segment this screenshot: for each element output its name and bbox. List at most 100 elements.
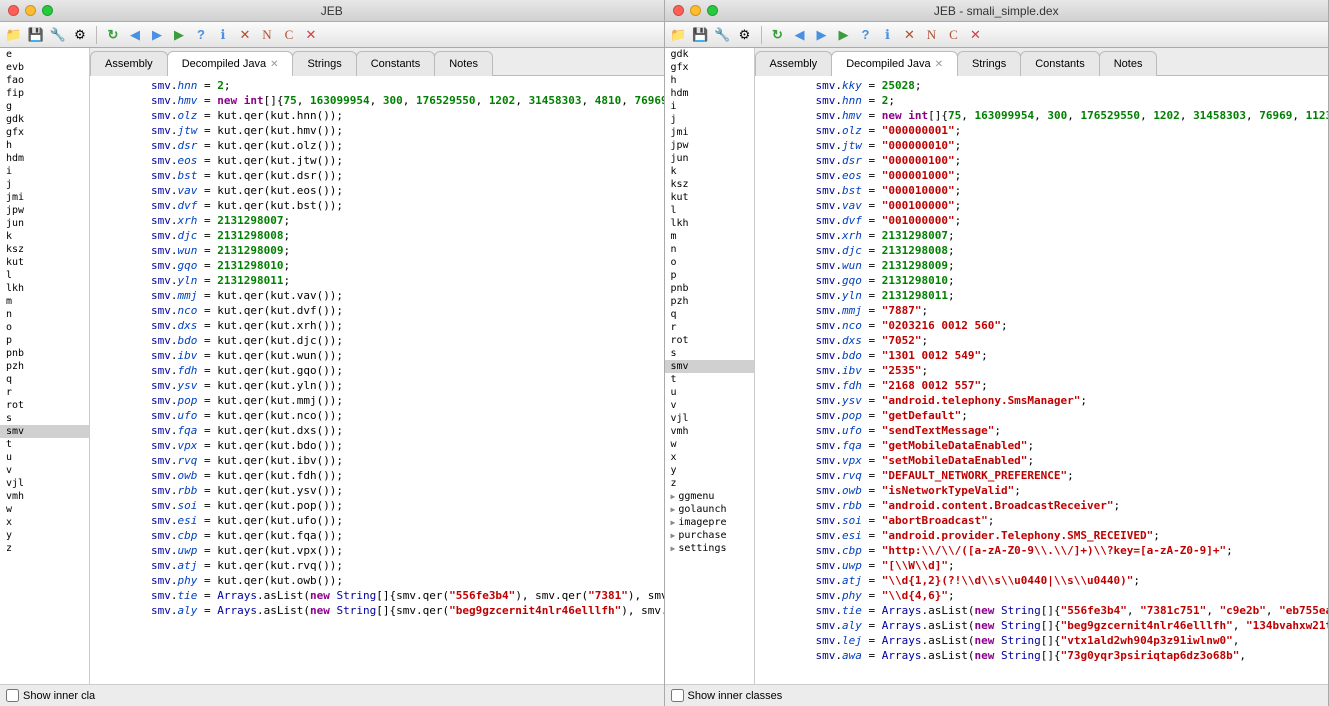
code-editor[interactable]: smv.hnn = 2; smv.hmv = new int[]{75, 163… (90, 76, 664, 684)
tree-item[interactable]: jpw (0, 204, 89, 217)
tab-strings[interactable]: Strings (957, 51, 1021, 76)
refresh-icon[interactable]: ↻ (768, 25, 788, 45)
tree-item[interactable]: gfx (0, 126, 89, 139)
minimize-icon[interactable] (25, 5, 36, 16)
tree-item[interactable]: r (665, 321, 754, 334)
tree-item[interactable]: settings (665, 542, 754, 555)
tab-assembly[interactable]: Assembly (755, 51, 833, 76)
show-inner-checkbox[interactable] (671, 689, 684, 702)
help-icon[interactable]: ? (191, 25, 211, 45)
tree-item[interactable]: h (0, 139, 89, 152)
tree-item[interactable]: p (0, 334, 89, 347)
tree-item[interactable]: x (665, 451, 754, 464)
help-icon[interactable]: ? (856, 25, 876, 45)
tree-item[interactable]: gfx (665, 61, 754, 74)
wrench-icon[interactable]: 🔧 (713, 25, 733, 45)
tree-item[interactable]: lkh (0, 282, 89, 295)
tree-item[interactable]: o (665, 256, 754, 269)
zoom-icon[interactable] (707, 5, 718, 16)
tree-item[interactable]: rot (0, 399, 89, 412)
tree-item[interactable]: ksz (665, 178, 754, 191)
tree-item[interactable]: pnb (665, 282, 754, 295)
tree-item[interactable]: s (665, 347, 754, 360)
tab-strings[interactable]: Strings (292, 51, 356, 76)
class-tree[interactable]: eevbfaofipggdkgfxhhdmijjmijpwjunkkszkutl… (0, 48, 90, 684)
tree-item[interactable]: vmh (665, 425, 754, 438)
tree-item[interactable]: jmi (0, 191, 89, 204)
c-icon[interactable]: C (944, 25, 964, 45)
c-icon[interactable]: C (279, 25, 299, 45)
tree-item[interactable]: rot (665, 334, 754, 347)
back-icon[interactable]: ◀ (125, 25, 145, 45)
tree-item[interactable]: u (665, 386, 754, 399)
play-icon[interactable]: ▶ (834, 25, 854, 45)
tree-item[interactable]: jmi (665, 126, 754, 139)
tree-item[interactable]: o (0, 321, 89, 334)
tree-item[interactable]: l (0, 269, 89, 282)
minimize-icon[interactable] (690, 5, 701, 16)
tab-constants[interactable]: Constants (356, 51, 436, 76)
save-icon[interactable]: 💾 (691, 25, 711, 45)
tree-item[interactable]: t (0, 438, 89, 451)
tab-assembly[interactable]: Assembly (90, 51, 168, 76)
tree-item[interactable]: hdm (665, 87, 754, 100)
tree-item[interactable]: v (0, 464, 89, 477)
tab-decompiled-java[interactable]: Decompiled Java✕ (167, 51, 294, 76)
tree-item[interactable]: pnb (0, 347, 89, 360)
tree-item[interactable]: y (665, 464, 754, 477)
close-icon[interactable] (8, 5, 19, 16)
tree-item[interactable]: p (665, 269, 754, 282)
info-icon[interactable]: ℹ (213, 25, 233, 45)
tree-item[interactable]: vjl (665, 412, 754, 425)
tree-item[interactable]: ggmenu (665, 490, 754, 503)
tree-item[interactable]: m (0, 295, 89, 308)
back-icon[interactable]: ◀ (790, 25, 810, 45)
tree-item[interactable]: kut (665, 191, 754, 204)
tree-item[interactable]: w (0, 503, 89, 516)
tree-item[interactable]: fip (0, 87, 89, 100)
tree-item[interactable]: z (665, 477, 754, 490)
tree-item[interactable]: h (665, 74, 754, 87)
x-icon[interactable]: ✕ (235, 25, 255, 45)
tree-item[interactable]: t (665, 373, 754, 386)
tree-item[interactable]: e (0, 48, 89, 61)
tree-item[interactable]: g (0, 100, 89, 113)
tab-decompiled-java[interactable]: Decompiled Java✕ (831, 51, 958, 76)
tree-item[interactable]: k (0, 230, 89, 243)
tree-item[interactable]: kut (0, 256, 89, 269)
tab-notes[interactable]: Notes (1099, 51, 1158, 76)
tree-item[interactable]: fao (0, 74, 89, 87)
tree-item[interactable]: gdk (0, 113, 89, 126)
tree-item[interactable]: smv (665, 360, 754, 373)
tree-item[interactable]: s (0, 412, 89, 425)
tree-item[interactable]: m (665, 230, 754, 243)
tree-item[interactable]: j (0, 178, 89, 191)
tree-item[interactable]: q (0, 373, 89, 386)
tree-item[interactable]: hdm (0, 152, 89, 165)
tab-notes[interactable]: Notes (434, 51, 493, 76)
tree-item[interactable]: smv (0, 425, 89, 438)
tree-item[interactable]: n (665, 243, 754, 256)
tree-item[interactable]: r (0, 386, 89, 399)
tree-item[interactable]: i (0, 165, 89, 178)
folder-icon[interactable]: 📁 (4, 25, 24, 45)
tree-item[interactable]: l (665, 204, 754, 217)
tree-item[interactable]: pzh (0, 360, 89, 373)
tree-item[interactable]: jun (0, 217, 89, 230)
tree-item[interactable]: evb (0, 61, 89, 74)
forward-icon[interactable]: ▶ (147, 25, 167, 45)
tree-item[interactable]: golaunch (665, 503, 754, 516)
gear-icon[interactable]: ⚙ (735, 25, 755, 45)
x-icon[interactable]: ✕ (900, 25, 920, 45)
tree-item[interactable]: vmh (0, 490, 89, 503)
info-icon[interactable]: ℹ (878, 25, 898, 45)
tree-item[interactable]: j (665, 113, 754, 126)
tree-item[interactable]: v (665, 399, 754, 412)
tree-item[interactable]: n (0, 308, 89, 321)
xr-icon[interactable]: ✕ (966, 25, 986, 45)
save-icon[interactable]: 💾 (26, 25, 46, 45)
tree-item[interactable]: jun (665, 152, 754, 165)
n-icon[interactable]: N (922, 25, 942, 45)
tree-item[interactable]: w (665, 438, 754, 451)
tree-item[interactable]: ksz (0, 243, 89, 256)
